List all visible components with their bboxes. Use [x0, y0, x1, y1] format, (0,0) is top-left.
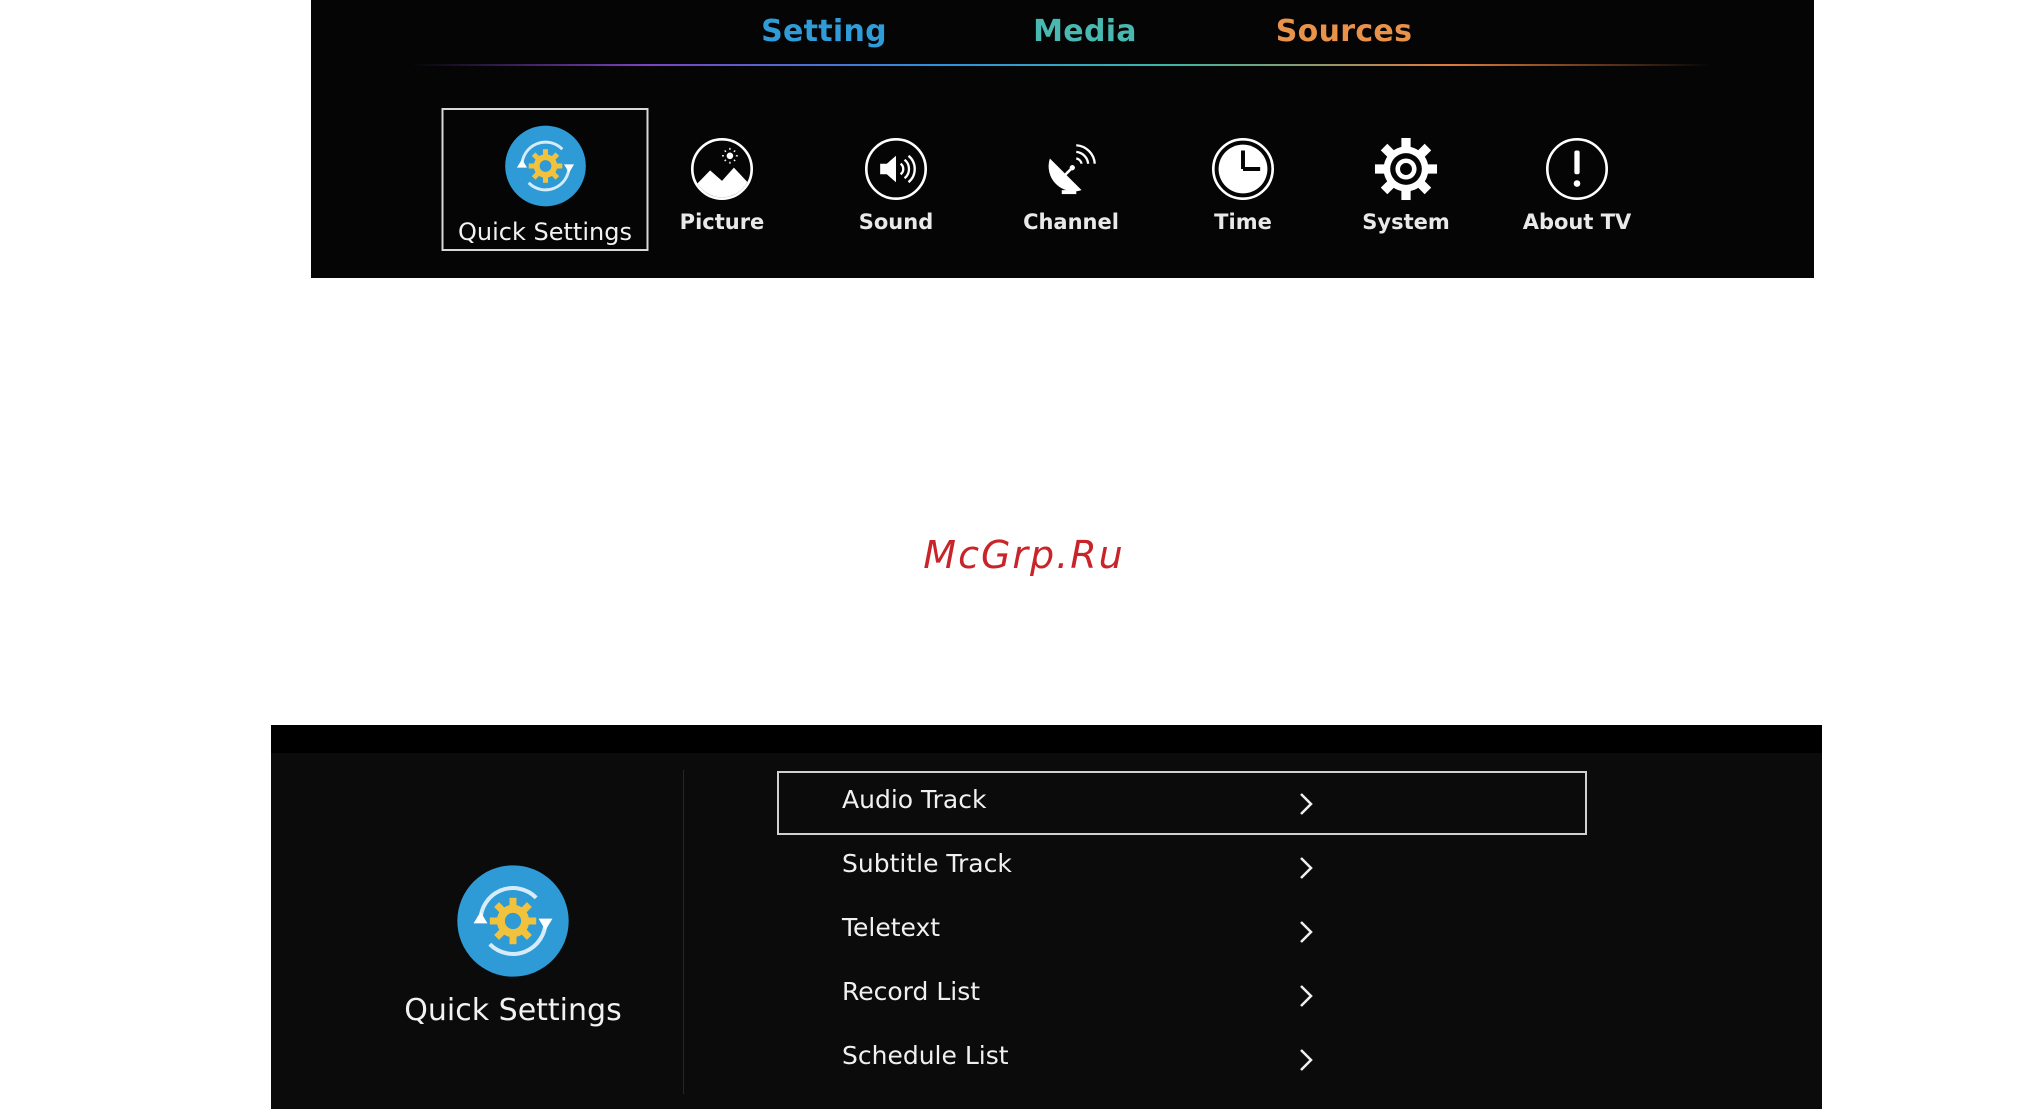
list-item-subtitle-track[interactable]: Subtitle Track — [777, 835, 1587, 899]
list-item-teletext[interactable]: Teletext — [777, 899, 1587, 963]
chevron-right-icon — [1300, 985, 1313, 1007]
list-item-record-list[interactable]: Record List — [777, 963, 1587, 1027]
panel-header-bar — [271, 725, 1822, 753]
list-item-label: Subtitle Track — [842, 849, 1012, 878]
chevron-right-icon — [1300, 857, 1313, 879]
watermark: McGrp.Ru — [923, 533, 1125, 577]
main-menu-panel: Setting Media Sources Quick Settings Pic… — [311, 0, 1814, 278]
info-icon — [1545, 137, 1609, 201]
quick-settings-icon — [457, 865, 569, 977]
channel-icon — [1048, 144, 1096, 195]
menu-item-label: About TV — [1522, 210, 1632, 234]
menu-item-label: System — [1362, 210, 1450, 234]
menu-item-system[interactable]: System — [1321, 108, 1491, 253]
list-item-label: Audio Track — [842, 785, 987, 814]
list-item-schedule-list[interactable]: Schedule List — [777, 1027, 1587, 1091]
menu-item-about-tv[interactable]: About TV — [1492, 108, 1662, 253]
chevron-right-icon — [1300, 793, 1313, 815]
menu-item-label: Channel — [1023, 210, 1119, 234]
menu-item-channel[interactable]: Channel — [986, 108, 1156, 253]
quick-settings-panel: Quick Settings Audio Track Subtitle Trac… — [271, 725, 1822, 1109]
quick-settings-header: Quick Settings — [271, 753, 683, 1109]
list-item-label: Teletext — [842, 913, 941, 942]
quick-settings-icon — [504, 125, 586, 207]
menu-item-label: Sound — [858, 210, 934, 234]
menu-item-label: Time — [1214, 210, 1272, 234]
list-item-label: Record List — [842, 977, 981, 1006]
chevron-right-icon — [1300, 1049, 1313, 1071]
chevron-right-icon — [1300, 921, 1313, 943]
menu-item-label: Picture — [679, 210, 765, 234]
clock-icon — [1211, 137, 1275, 201]
sound-icon — [864, 137, 928, 201]
menu-item-time[interactable]: Time — [1158, 108, 1328, 253]
panel-divider — [683, 770, 684, 1094]
menu-item-picture[interactable]: Picture — [637, 108, 807, 253]
menu-item-label: Quick Settings — [458, 218, 632, 246]
picture-icon — [690, 137, 754, 201]
settings-menu-row: Quick Settings Picture Sound Channel Tim… — [311, 0, 1814, 278]
menu-item-quick-settings[interactable]: Quick Settings — [441, 108, 649, 251]
list-item-label: Schedule List — [842, 1041, 1009, 1070]
list-item-audio-track[interactable]: Audio Track — [777, 771, 1587, 835]
menu-item-sound[interactable]: Sound — [811, 108, 981, 253]
page-title: Quick Settings — [404, 993, 622, 1028]
quick-settings-list: Audio Track Subtitle Track Teletext Reco… — [777, 771, 1587, 1091]
gear-icon — [1374, 137, 1438, 201]
